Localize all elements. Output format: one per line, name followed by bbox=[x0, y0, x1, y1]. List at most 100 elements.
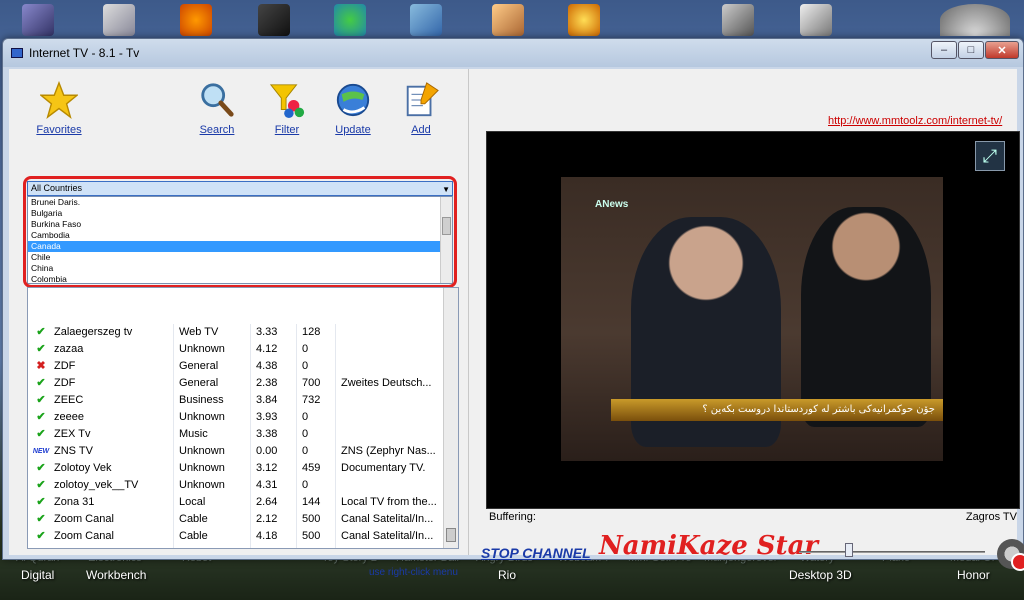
website-link[interactable]: http://www.mmtoolz.com/internet-tv/ bbox=[828, 115, 1002, 127]
channel-table: ✔ Zalaegerszeg tv Web TV 3.33 128 ✔ zazaa Unkno… bbox=[27, 287, 459, 549]
table-scroll-thumb[interactable] bbox=[446, 528, 456, 542]
channel-views: 0 bbox=[298, 358, 336, 375]
channel-genre: Web TV bbox=[175, 324, 251, 341]
channel-genre: Business bbox=[175, 392, 251, 409]
desktop-label[interactable]: Digital bbox=[21, 568, 54, 582]
check-icon: ✔ bbox=[36, 377, 46, 389]
favorites-button[interactable]: Favorites bbox=[29, 81, 89, 136]
channel-name: zazaa bbox=[52, 341, 174, 358]
volume-slider-track[interactable] bbox=[799, 551, 985, 553]
fullscreen-button[interactable]: ⤢ bbox=[975, 141, 1005, 171]
channel-rating: 2.12 bbox=[252, 511, 297, 528]
table-row[interactable]: ✔ ZEX Tv Music 3.38 0 bbox=[28, 426, 444, 443]
windows-icon[interactable] bbox=[334, 4, 366, 36]
tools-icon[interactable] bbox=[492, 4, 524, 36]
window-title: Internet TV - 8.1 - Tv bbox=[29, 46, 140, 60]
channel-genre: Unknown bbox=[175, 477, 251, 494]
channel-views: 0 bbox=[298, 477, 336, 494]
table-row[interactable]: ✔ Zalaegerszeg tv Web TV 3.33 128 bbox=[28, 324, 444, 341]
channel-rating: 3.93 bbox=[252, 409, 297, 426]
channel-description: Canal Satelital/In... bbox=[337, 528, 444, 545]
channel-views: 500 bbox=[298, 511, 336, 528]
channel-rating: 0.00 bbox=[252, 443, 297, 460]
channel-rating: 3.84 bbox=[252, 392, 297, 409]
channel-name: ZDF bbox=[52, 375, 174, 392]
desktop-label[interactable]: Workbench bbox=[86, 568, 146, 582]
volume-slider-thumb[interactable] bbox=[845, 543, 854, 557]
maximize-button[interactable]: □ bbox=[958, 41, 984, 59]
channel-rating: 2.64 bbox=[252, 494, 297, 511]
computer-icon[interactable] bbox=[22, 4, 54, 36]
table-row[interactable]: ✔Zugl? TVCable1.86273Cable TV station ..… bbox=[28, 545, 444, 548]
channel-name: Zalaegerszeg tv bbox=[52, 324, 174, 341]
table-row[interactable]: ✔ ZDF General 2.38 700 Zweites Deutsch... bbox=[28, 375, 444, 392]
favorites-label: Favorites bbox=[36, 124, 82, 136]
channel-description: Local TV from the... bbox=[337, 494, 444, 511]
movie-maker-icon[interactable] bbox=[258, 4, 290, 36]
channel-views: 273 bbox=[298, 545, 336, 548]
channel-name: zeeee bbox=[52, 409, 174, 426]
stop-channel-button[interactable]: STOP CHANNEL bbox=[481, 545, 591, 561]
close-button[interactable]: ✕ bbox=[985, 41, 1019, 59]
channel-genre: Unknown bbox=[175, 341, 251, 358]
table-row[interactable]: ✔ zazaa Unknown 4.12 0 bbox=[28, 341, 444, 358]
channel-genre: Cable bbox=[175, 545, 251, 548]
table-scrollbar[interactable] bbox=[443, 288, 458, 548]
table-row[interactable]: ✔ ZEEC Business 3.84 732 bbox=[28, 392, 444, 409]
channel-views: 0 bbox=[298, 341, 336, 358]
table-row[interactable]: ✔ Zona 31 Local 2.64 144 Local TV from the... bbox=[28, 494, 444, 511]
desktop-label[interactable]: Honor bbox=[957, 568, 990, 582]
desktop-top-icons bbox=[0, 0, 1024, 40]
desktop-label[interactable]: Rio bbox=[498, 568, 516, 582]
table-row[interactable]: ✔ zolotoy_vek__TV Unknown 4.31 0 bbox=[28, 477, 444, 494]
cross-icon: ✖ bbox=[36, 360, 46, 372]
player-panel: http://www.mmtoolz.com/internet-tv/ ⤢ AN… bbox=[475, 69, 1024, 571]
video-frame: ANews جۆن حوکمرانیەکی باشتر لە کوردستاند… bbox=[561, 177, 943, 461]
title-bar[interactable]: Internet TV - 8.1 - Tv – □ ✕ bbox=[3, 39, 1023, 67]
media-icon[interactable] bbox=[568, 4, 600, 36]
search-label: Search bbox=[199, 124, 235, 136]
channel-views: 700 bbox=[298, 375, 336, 392]
table-row[interactable]: ✔ Zolotoy Vek Unknown 3.12 459 Documentary TV… bbox=[28, 460, 444, 477]
desktop-label[interactable]: Desktop 3D bbox=[789, 568, 852, 582]
shortcut-icon[interactable] bbox=[410, 4, 442, 36]
buffering-status: Buffering: bbox=[489, 511, 536, 523]
channel-description: Cable TV station ... bbox=[337, 545, 444, 548]
check-icon: ✔ bbox=[36, 326, 46, 338]
filter-button[interactable]: Filter bbox=[257, 81, 317, 136]
app-icon bbox=[11, 48, 23, 58]
channel-description bbox=[337, 426, 444, 443]
wireless-icon[interactable] bbox=[800, 4, 832, 36]
app-3-icon[interactable] bbox=[180, 4, 212, 36]
close-icon: ✕ bbox=[997, 44, 1007, 57]
table-row[interactable]: ✔ Zoom Canal Cable 2.12 500 Canal Satelital/I… bbox=[28, 511, 444, 528]
table-row[interactable]: NEW ZNS TV Unknown 0.00 0 ZNS (Zephyr Nas... bbox=[28, 443, 444, 460]
recycle-bin-icon[interactable] bbox=[103, 4, 135, 36]
channel-description bbox=[337, 409, 444, 426]
check-icon: ✔ bbox=[36, 513, 46, 525]
globe-update-icon bbox=[336, 83, 370, 117]
channel-name: Zolotoy Vek bbox=[52, 460, 174, 477]
channel-logo: ANews bbox=[595, 199, 629, 210]
video-player[interactable]: ⤢ ANews جۆن حوکمرانیەکی باشتر لە کوردستا… bbox=[486, 131, 1020, 509]
table-row[interactable]: ✔ Zoom Canal Cable 4.18 500 Canal Satelital/I… bbox=[28, 528, 444, 545]
minimize-button[interactable]: – bbox=[931, 41, 957, 59]
channel-description bbox=[337, 358, 444, 375]
check-icon: ✔ bbox=[30, 545, 52, 548]
highlight-frame bbox=[23, 176, 457, 288]
table-row[interactable]: ✖ ZDF General 4.38 0 bbox=[28, 358, 444, 375]
channel-views: 732 bbox=[298, 392, 336, 409]
channel-genre: Cable bbox=[175, 528, 251, 545]
channel-description: ZNS (Zephyr Nas... bbox=[337, 443, 444, 460]
channel-rating: 4.31 bbox=[252, 477, 297, 494]
add-button[interactable]: Add bbox=[391, 81, 451, 136]
update-button[interactable]: Update bbox=[323, 81, 383, 136]
table-row[interactable]: ✔ zeeee Unknown 3.93 0 bbox=[28, 409, 444, 426]
channel-genre: General bbox=[175, 375, 251, 392]
search-button[interactable]: Search bbox=[187, 81, 247, 136]
check-icon: ✔ bbox=[36, 394, 46, 406]
channel-genre: Local bbox=[175, 494, 251, 511]
channel-name: ZDF bbox=[52, 358, 174, 375]
mute-icon[interactable] bbox=[997, 539, 1024, 571]
microphone-icon[interactable] bbox=[722, 4, 754, 36]
